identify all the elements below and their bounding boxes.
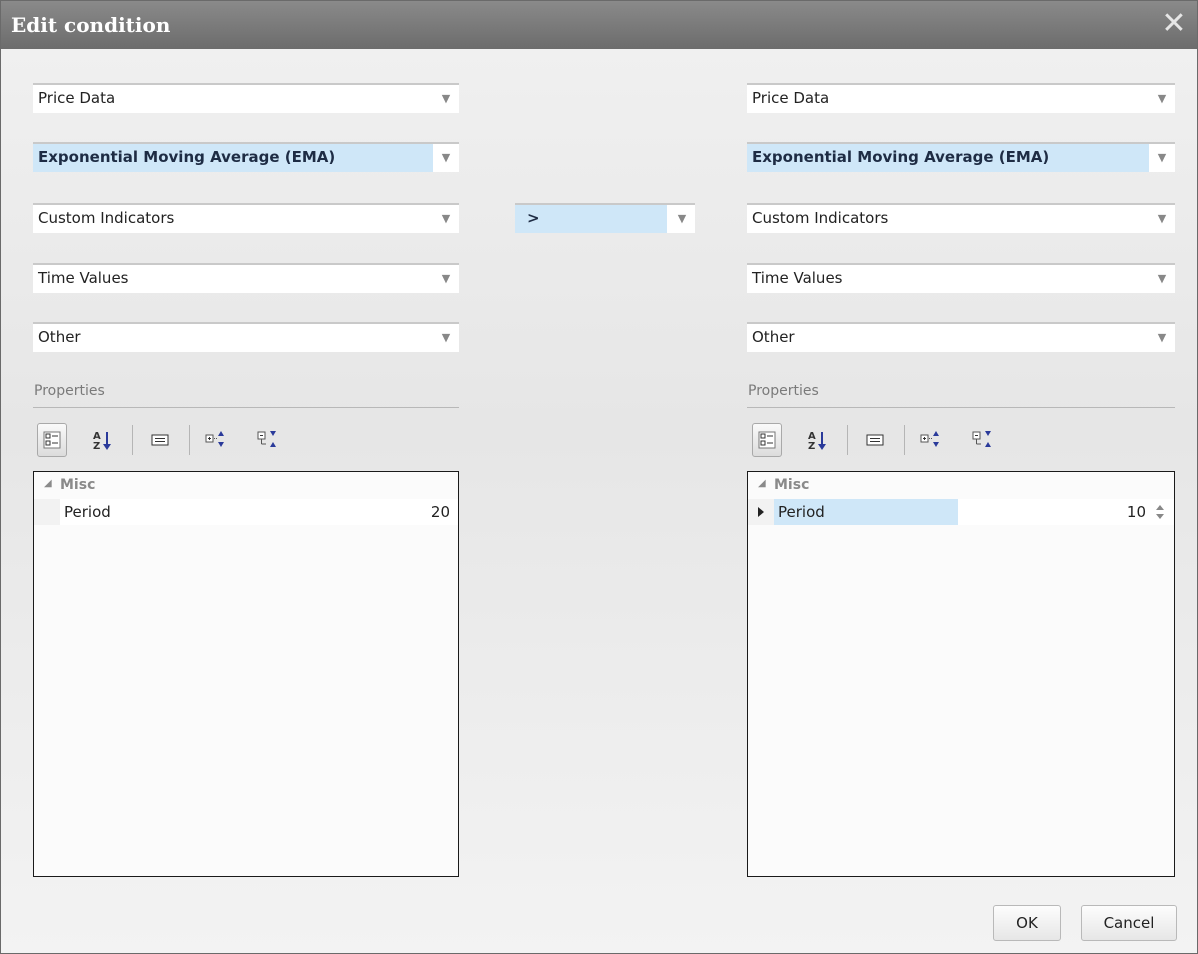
- property-value[interactable]: 20: [431, 499, 450, 525]
- dropdown-arrow-icon: ▼: [441, 272, 451, 285]
- right-properties-toolbar: AZ: [752, 423, 1012, 459]
- expand-all-icon[interactable]: [916, 423, 946, 457]
- dropdown-arrow-icon: ▼: [441, 151, 451, 164]
- category-label: Misc: [774, 477, 810, 493]
- toolbar-separator: [904, 425, 905, 455]
- operator-label: >: [527, 209, 540, 227]
- alphabetical-sort-icon[interactable]: AZ: [802, 423, 832, 457]
- property-row-period[interactable]: Period 20: [34, 499, 458, 525]
- right-price-data-dropdown[interactable]: Price Data ▼: [747, 83, 1175, 113]
- divider: [747, 407, 1175, 408]
- left-properties-toolbar: AZ: [37, 423, 297, 459]
- collapse-all-icon[interactable]: [968, 423, 998, 457]
- category-label: Misc: [60, 477, 96, 493]
- property-name: Period: [774, 499, 958, 525]
- dropdown-label: Exponential Moving Average (EMA): [38, 148, 336, 166]
- expand-all-icon[interactable]: [201, 423, 231, 457]
- operator-dropdown[interactable]: > ▼: [515, 203, 695, 233]
- row-pointer-icon: [758, 507, 764, 517]
- dialog-title: Edit condition: [11, 13, 171, 37]
- spinner-icon[interactable]: [1154, 504, 1166, 520]
- collapse-triangle-icon[interactable]: ◢: [758, 478, 766, 489]
- category-row-misc[interactable]: ◢ Misc: [748, 474, 1174, 498]
- dropdown-arrow-icon: ▼: [441, 92, 451, 105]
- collapse-all-icon[interactable]: [253, 423, 283, 457]
- collapse-triangle-icon[interactable]: ◢: [44, 478, 52, 489]
- ok-button[interactable]: OK: [993, 905, 1061, 941]
- cancel-button[interactable]: Cancel: [1081, 905, 1177, 941]
- right-custom-indicators-dropdown[interactable]: Custom Indicators ▼: [747, 203, 1175, 233]
- dropdown-label: Price Data: [752, 89, 830, 107]
- property-pages-icon[interactable]: [860, 423, 890, 457]
- dropdown-arrow-icon: ▼: [677, 212, 687, 225]
- right-indicator-dropdown[interactable]: Exponential Moving Average (EMA) ▼: [747, 142, 1175, 172]
- left-indicator-dropdown[interactable]: Exponential Moving Average (EMA) ▼: [33, 142, 459, 172]
- toolbar-separator: [189, 425, 190, 455]
- toolbar-separator: [847, 425, 848, 455]
- right-properties-title: Properties: [748, 383, 819, 399]
- dropdown-label: Custom Indicators: [38, 209, 175, 227]
- title-bar[interactable]: Edit condition ✕: [1, 1, 1197, 49]
- categorized-icon[interactable]: [37, 423, 67, 457]
- edit-condition-dialog: Edit condition ✕ Price Data ▼ Exponentia…: [0, 0, 1198, 954]
- dropdown-label: Custom Indicators: [752, 209, 889, 227]
- left-properties-title: Properties: [34, 383, 105, 399]
- dropdown-arrow-icon: ▼: [441, 331, 451, 344]
- dropdown-arrow-icon: ▼: [1157, 92, 1167, 105]
- categorized-icon[interactable]: [752, 423, 782, 457]
- left-other-dropdown[interactable]: Other ▼: [33, 322, 459, 352]
- dropdown-arrow-icon: ▼: [1157, 331, 1167, 344]
- dropdown-label: Other: [752, 328, 795, 346]
- dropdown-arrow-icon: ▼: [1157, 212, 1167, 225]
- svg-text:Z: Z: [808, 441, 815, 451]
- close-icon[interactable]: ✕: [1159, 7, 1189, 41]
- category-row-misc[interactable]: ◢ Misc: [34, 474, 458, 498]
- dropdown-arrow-icon: ▼: [1157, 151, 1167, 164]
- right-property-grid[interactable]: ◢ Misc Period 10: [747, 471, 1175, 877]
- right-time-values-dropdown[interactable]: Time Values ▼: [747, 263, 1175, 293]
- dropdown-label: Time Values: [752, 269, 843, 287]
- dropdown-label: Exponential Moving Average (EMA): [752, 148, 1050, 166]
- property-pages-icon[interactable]: [145, 423, 175, 457]
- dropdown-label: Other: [38, 328, 81, 346]
- alphabetical-sort-icon[interactable]: AZ: [87, 423, 117, 457]
- row-margin: [34, 499, 60, 525]
- property-value[interactable]: 10: [1127, 499, 1146, 525]
- left-price-data-dropdown[interactable]: Price Data ▼: [33, 83, 459, 113]
- property-row-period[interactable]: Period 10: [748, 499, 1174, 525]
- left-time-values-dropdown[interactable]: Time Values ▼: [33, 263, 459, 293]
- property-name: Period: [64, 503, 111, 521]
- left-custom-indicators-dropdown[interactable]: Custom Indicators ▼: [33, 203, 459, 233]
- dropdown-label: Price Data: [38, 89, 116, 107]
- dropdown-arrow-icon: ▼: [441, 212, 451, 225]
- dropdown-arrow-icon: ▼: [1157, 272, 1167, 285]
- svg-text:Z: Z: [93, 441, 100, 451]
- toolbar-separator: [132, 425, 133, 455]
- right-other-dropdown[interactable]: Other ▼: [747, 322, 1175, 352]
- divider: [33, 407, 459, 408]
- left-property-grid[interactable]: ◢ Misc Period 20: [33, 471, 459, 877]
- dropdown-label: Time Values: [38, 269, 129, 287]
